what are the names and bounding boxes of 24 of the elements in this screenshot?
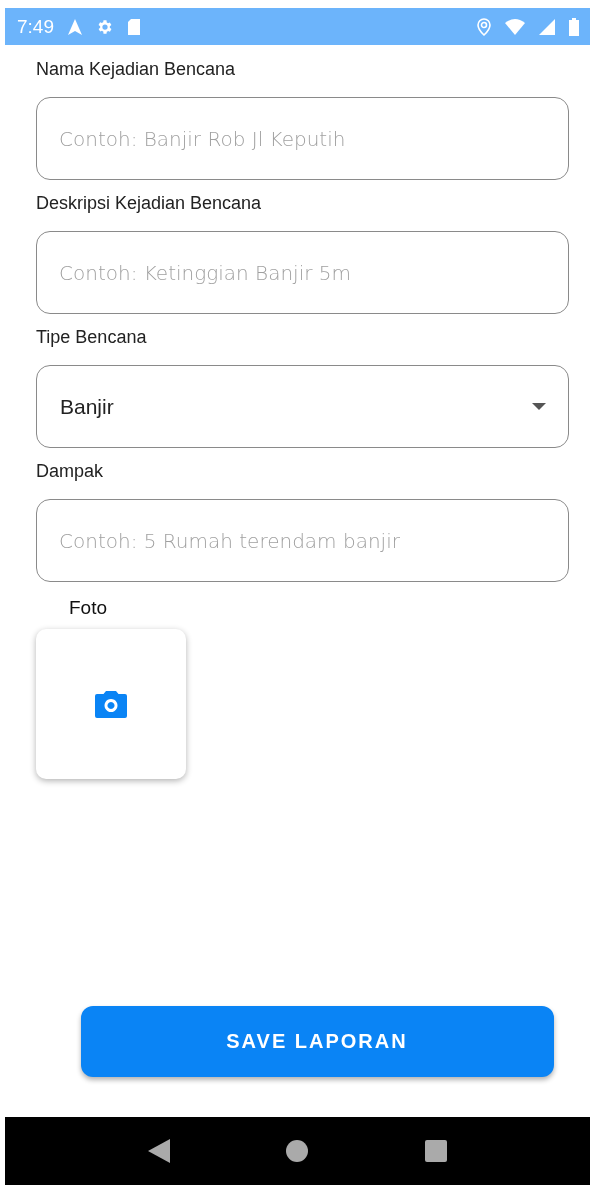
input-field[interactable]: Contoh: 5 Rumah terendam banjir xyxy=(36,499,569,582)
location-icon xyxy=(476,17,492,36)
navigation-icon xyxy=(66,17,84,36)
input-field[interactable]: Contoh: Ketinggian Banjir 5m xyxy=(36,231,569,314)
wifi-icon xyxy=(504,17,526,36)
photo-label: Foto xyxy=(69,597,108,619)
input-field[interactable]: Contoh: Banjir Rob Jl Keputih xyxy=(36,97,569,180)
home-icon[interactable] xyxy=(286,1140,309,1162)
camera-icon xyxy=(95,690,127,718)
sd-card-icon xyxy=(126,17,142,36)
caret-icon xyxy=(532,402,546,411)
photo-picker[interactable] xyxy=(36,629,186,779)
field-label: Deskripsi Kejadian Bencana xyxy=(36,192,262,214)
field-label: Tipe Bencana xyxy=(36,326,147,348)
settings-icon xyxy=(96,17,114,36)
save-button[interactable]: SAVE LAPORAN xyxy=(80,1006,554,1077)
field-label: Dampak xyxy=(36,460,104,482)
status-time: 7:49 xyxy=(17,15,54,38)
back-icon[interactable] xyxy=(148,1139,171,1163)
field-label: Nama Kejadian Bencana xyxy=(36,58,236,80)
signal-icon xyxy=(538,17,556,36)
battery-icon xyxy=(568,16,580,37)
recents-icon[interactable] xyxy=(424,1140,447,1162)
dropdown-field[interactable]: Banjir xyxy=(36,365,569,448)
